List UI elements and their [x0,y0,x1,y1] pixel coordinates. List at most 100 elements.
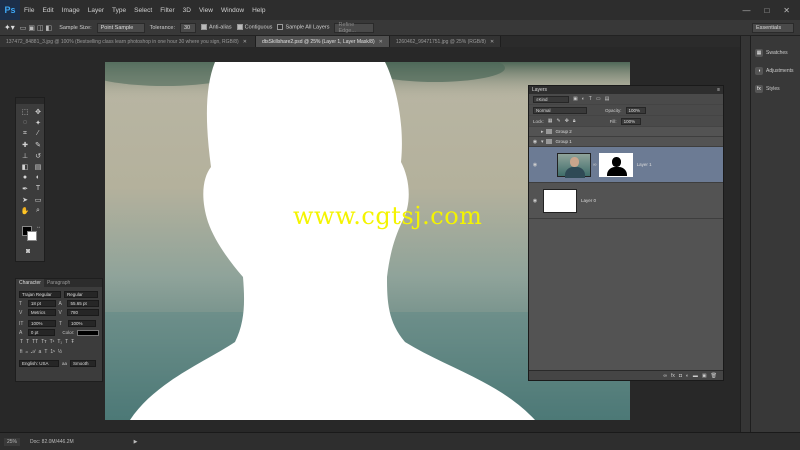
close-button[interactable]: ✕ [783,6,790,15]
faux-bold-button[interactable]: T [20,339,23,345]
horizontal-scale-input[interactable]: 100% [68,320,96,327]
text-color-swatch[interactable] [77,329,99,336]
crop-tool-icon[interactable]: ⌗ [20,129,30,138]
marquee-tool-icon[interactable]: ⬚ [20,107,30,116]
new-layer-icon[interactable]: ▣ [702,373,707,379]
underline-button[interactable]: T [65,339,68,345]
tab-document-2[interactable]: dtsSkillshare2.psd @ 25% (Layer 1, Layer… [256,36,390,47]
layer-thumbnail[interactable] [543,188,577,213]
language-select[interactable]: English: USA [19,360,59,367]
blur-tool-icon[interactable]: ● [20,173,30,182]
layer-style-icon[interactable]: fx [671,373,675,379]
layer-row-layer-0[interactable]: ◉ Layer 0 [529,183,723,219]
fill-input[interactable]: 100% [620,117,641,125]
filter-type-icon[interactable]: T [589,96,592,102]
filter-shape-icon[interactable]: ▭ [596,96,601,102]
tolerance-input[interactable]: 30 [179,22,196,33]
type-tool-icon[interactable]: T [33,184,43,193]
ligature-button[interactable]: fi [20,349,23,355]
subscript-button[interactable]: T₁ [57,339,62,345]
tab-document-3[interactable]: 1260462_99471751.jpg @ 25% (RGB/8) ✕ [389,36,502,47]
filter-adjustment-icon[interactable]: ◐ [582,96,585,102]
adjustments-panel-button[interactable]: ◑ Adjustments [751,62,800,80]
faux-italic-button[interactable]: T [26,339,29,345]
antialias-select[interactable]: Smooth [70,360,97,367]
opacity-input[interactable]: 100% [625,106,646,114]
selection-mode-icons[interactable]: ▭▣◫◧ [20,24,54,32]
chevron-right-icon[interactable]: ▸ [541,129,544,135]
swash-button[interactable]: 𝒜 [31,349,36,355]
path-selection-icon[interactable]: ➤ [20,195,30,204]
healing-brush-icon[interactable]: ✚ [20,140,30,149]
tab-document-1[interactable]: 137472_84881_3.jpg @ 100% (Bestselling c… [0,36,256,47]
magic-wand-tool-icon[interactable]: ✦▾ [4,23,15,32]
strikethrough-button[interactable]: Ŧ [71,339,74,345]
menu-filter[interactable]: Filter [156,7,178,14]
titling-button[interactable]: T [44,349,47,355]
font-style-select[interactable]: Regular [64,291,98,298]
font-family-select[interactable]: Trajan Regular [19,291,61,298]
menu-view[interactable]: View [195,7,217,14]
lock-image-icon[interactable]: ✎ [557,118,561,124]
pen-tool-icon[interactable]: ✒ [20,184,30,193]
swap-colors-icon[interactable]: ↔ [36,224,41,230]
doc-size[interactable]: Doc: 82.0M/446.2M [30,439,74,445]
menu-file[interactable]: File [20,7,38,14]
zoom-tool-icon[interactable]: ⌕ [33,206,43,215]
alternates-button[interactable]: a [39,349,42,355]
trash-icon[interactable]: 🗑︎ [711,373,717,379]
sample-all-layers-checkbox[interactable]: Sample All Layers [277,24,329,31]
eye-icon[interactable]: ◉ [529,139,541,145]
menu-edit[interactable]: Edit [38,7,57,14]
menu-type[interactable]: Type [108,7,130,14]
lasso-tool-icon[interactable]: ◌ [20,118,30,127]
close-tab-icon[interactable]: ✕ [490,39,494,45]
tab-character[interactable]: Character [16,279,44,287]
menu-help[interactable]: Help [248,7,269,14]
layer-row-group-2[interactable]: ▸ Group 2 [529,127,723,137]
zoom-level[interactable]: 25% [4,437,21,446]
link-layers-icon[interactable]: ∞ [663,373,667,379]
eye-icon[interactable]: ◉ [529,198,541,204]
background-color-swatch[interactable] [27,231,37,241]
chevron-down-icon[interactable]: ▾ [541,139,544,145]
tracking-input[interactable]: 780 [67,309,100,316]
sample-size-select[interactable]: Point Sample [96,22,145,33]
layer-filter-select[interactable]: ⌕ Kind [533,95,569,103]
shape-tool-icon[interactable]: ▭ [33,195,43,204]
eraser-tool-icon[interactable]: ◧ [20,162,30,171]
close-tab-icon[interactable]: ✕ [379,39,383,45]
adjustment-layer-icon[interactable]: ◐ [686,373,689,379]
chain-link-icon[interactable]: ∞ [593,162,597,168]
hand-tool-icon[interactable]: ✋ [20,206,30,215]
layer-row-group-1[interactable]: ◉ ▾ Group 1 [529,137,723,147]
menu-layer[interactable]: Layer [84,7,108,14]
panel-menu-icon[interactable]: ≡ [717,87,723,93]
filter-pixel-icon[interactable]: ▣ [573,96,578,102]
blend-mode-select[interactable]: Normal [533,106,587,114]
close-tab-icon[interactable]: ✕ [243,39,247,45]
superscript-button[interactable]: T¹ [50,339,55,345]
old-style-button[interactable]: ℴ [26,349,28,355]
anti-alias-checkbox[interactable]: Anti-alias [200,24,232,31]
tab-paragraph[interactable]: Paragraph [44,279,73,287]
lock-all-icon[interactable]: 🔒︎ [573,118,576,124]
new-group-icon[interactable]: ▬ [693,373,698,379]
move-tool-icon[interactable]: ✥ [33,107,43,116]
layer-mask-thumbnail[interactable] [598,152,633,177]
lock-transparent-icon[interactable]: ▦ [548,118,553,124]
contiguous-checkbox[interactable]: Contiguous [236,24,272,31]
history-brush-icon[interactable]: ↺ [33,151,43,160]
layer-thumbnail[interactable] [557,152,591,178]
menu-window[interactable]: Window [217,7,248,14]
small-caps-button[interactable]: Tт [41,339,46,345]
clone-stamp-icon[interactable]: ⊥ [20,151,30,160]
menu-3d[interactable]: 3D [179,7,195,14]
minimize-button[interactable]: — [742,6,750,15]
lock-position-icon[interactable]: ✥ [565,118,569,124]
eyedropper-tool-icon[interactable]: ⁄ [33,129,43,138]
maximize-button[interactable]: □ [764,6,769,15]
status-arrow-icon[interactable]: ▶ [134,439,138,445]
all-caps-button[interactable]: TT [32,339,38,345]
filter-smart-object-icon[interactable]: ▤ [605,96,610,102]
